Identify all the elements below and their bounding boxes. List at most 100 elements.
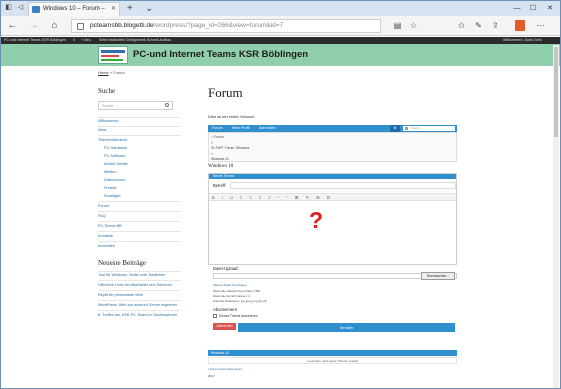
scrollbar-thumb[interactable] <box>554 47 558 137</box>
tab-bar: ◧ ◁ Windows 10 – Forum – ✕ + ⌄ — ☐ ✕ <box>1 1 560 16</box>
admin-bar-new[interactable]: + Neu <box>81 37 91 44</box>
editor-toolbar[interactable]: B I U ≡ ≡ ≡ ≡ “ ” ⌘ ✎ ⊞ ⊟ <box>209 193 456 201</box>
tab-title: Windows 10 – Forum – <box>43 6 105 12</box>
subscribe-label: Dieses Thema abonnieren <box>219 314 258 318</box>
navigation-bar: ← → ⌂ pcteamsbb.blogetti.de/wordpress/?p… <box>1 16 560 36</box>
subject-input[interactable] <box>230 182 456 189</box>
sidebar-item-pc-hardware[interactable]: PC-Hardware <box>104 146 178 151</box>
pen-icon[interactable]: ✎ <box>473 21 484 31</box>
close-window-button[interactable]: ✕ <box>542 1 558 16</box>
sidebar-item-mobile-geraete[interactable]: Mobile Geräte <box>104 162 178 167</box>
forum-search-placeholder: Suche ... <box>411 126 423 130</box>
forum-crumb-separator: » <box>211 152 213 156</box>
forum-navbar: Forum Mein Profil Abmelden ⚙ Suche ... <box>208 125 457 132</box>
page-title: Forum <box>208 85 243 100</box>
search-input[interactable]: Suche ... <box>98 101 173 110</box>
close-tab-icon[interactable]: ✕ <box>111 3 116 16</box>
sidebar-item-infos[interactable]: Infos <box>98 128 178 133</box>
breadcrumb: Home » Forum <box>98 70 125 75</box>
news-item[interactable]: Repfit für preisendale Web <box>98 293 183 297</box>
news-heading: Neueste Beiträge <box>98 259 147 267</box>
browse-button[interactable]: Durchsuchen... <box>421 272 455 280</box>
forum-crumb-forum[interactable]: ⌂ Forum <box>211 135 223 139</box>
admin-bar-plugin[interactable]: Gelegenheit-Schnell-Aufbau <box>126 37 171 44</box>
news-item[interactable]: Tool für Windows, Setter oder Badfehler <box>98 273 183 277</box>
send-button[interactable]: Senden <box>238 323 455 332</box>
favicon-icon <box>32 6 40 13</box>
topic-list-header: Windows 10 <box>208 350 457 356</box>
news-item[interactable]: Hilfreiche Links für Mitarbeiter und Sen… <box>98 283 183 287</box>
sidebar-item-datenschutz[interactable]: Datenschutz <box>104 178 178 183</box>
sidebar-item-faq[interactable]: FAQ <box>98 214 178 219</box>
more-icon[interactable]: ⋯ <box>535 21 546 31</box>
forward-arrow-icon[interactable]: → <box>27 19 40 33</box>
url-host: pcteamsbb.blogetti.de <box>90 22 154 29</box>
file-types-text: Erlaubte Dateitypen: jpg,jpeg,png,gif,pd… <box>213 299 267 303</box>
sidebar-item-themenuebersicht[interactable]: Themenübersicht <box>98 138 178 143</box>
sidebar-item-pc-teams-bb[interactable]: PC-Teams BB <box>98 224 178 229</box>
tab-menu-icon[interactable]: ⌄ <box>145 2 153 15</box>
scrollbar[interactable] <box>553 45 559 388</box>
search-icon[interactable] <box>165 103 169 107</box>
sidebar-item-kontakte[interactable]: Kontakte <box>98 234 178 239</box>
forum-settings-icon[interactable]: ⚙ <box>390 125 400 132</box>
forum-crumb-group[interactable]: IG-PaPT Forum: Windows <box>211 146 249 150</box>
sidebar-item-anmelden[interactable]: Anmelden <box>98 244 178 249</box>
office-icon[interactable] <box>515 20 525 31</box>
news-item[interactable]: WordPress: Web auf anderen Server migrie… <box>98 303 183 307</box>
upload-heading: Datei-Upload: <box>213 266 239 271</box>
forum-search-input[interactable]: Suche ... <box>403 126 455 131</box>
address-bar[interactable]: pcteamsbb.blogetti.de/wordpress/?page_id… <box>71 19 381 33</box>
browser-window: ◧ ◁ Windows 10 – Forum – ✕ + ⌄ — ☐ ✕ ← →… <box>0 0 561 389</box>
no-topics-note: es wurden noch keine Themen erstellt <box>208 357 457 364</box>
favorites-hub-icon[interactable]: ✩ <box>456 21 467 31</box>
forum-breadcrumb: ⌂ Forum » IG-PaPT Forum: Windows » Windo… <box>208 132 457 162</box>
reading-view-icon[interactable]: ▤ <box>392 21 403 31</box>
forum-nav-profile[interactable]: Mein Profil <box>232 125 249 132</box>
cancel-button[interactable]: Abbrechen <box>213 323 236 330</box>
favorite-star-icon[interactable]: ☆ <box>408 21 419 31</box>
share-icon[interactable]: ⇪ <box>490 21 501 31</box>
subscribe-checkbox[interactable] <box>213 314 217 318</box>
add-file-link[interactable]: Weitere Datei hinzufügen <box>213 283 247 287</box>
admin-bar-site[interactable]: PC und Internet Teams KSR Böblingen <box>4 37 66 44</box>
forum-nav-logout[interactable]: Abmelden <box>259 125 276 132</box>
intro-text: Dies ist ein erster Versuch <box>208 114 255 119</box>
sidebar-item-sonstiges[interactable]: Sonstiges <box>104 194 178 199</box>
new-tab-button[interactable]: + <box>127 2 133 15</box>
admin-bar-greeting[interactable]: Willkommen, Doris Gehl <box>503 37 542 44</box>
back-arrow-icon[interactable]: ← <box>6 19 19 33</box>
home-icon[interactable]: ⌂ <box>48 19 61 33</box>
forum-nav-forum[interactable]: Forum <box>212 125 223 132</box>
breadcrumb-home[interactable]: Home <box>98 70 109 75</box>
url-path: /wordpress/?page_id=266&view=forum&id=7 <box>153 22 284 29</box>
question-mark: ? <box>309 207 324 233</box>
sidebar-item-medien[interactable]: Medien <box>104 170 178 175</box>
admin-bar-comments[interactable]: 0 <box>73 37 75 44</box>
tabs-aside-icon[interactable]: ◁ <box>15 3 26 13</box>
news-item[interactable]: 8. Treffen der KSR-PC-Teams in Deckenpfr… <box>98 313 183 317</box>
sidebar-item-forum[interactable]: Forum <box>98 204 178 209</box>
sidebar-item-freizeit[interactable]: Freizeit <box>104 186 178 191</box>
page-icon <box>77 23 84 30</box>
forum-search-icon <box>405 127 408 130</box>
sidebar-item-willkommen[interactable]: Willkommen <box>98 119 178 124</box>
maximize-button[interactable]: ☐ <box>525 1 541 16</box>
editor-header: Neues Thema <box>209 174 456 179</box>
search-placeholder: Suche ... <box>102 103 118 108</box>
admin-bar-edit[interactable]: Seite bearbeiten <box>99 37 125 44</box>
minimize-button[interactable]: — <box>509 1 525 16</box>
site-logo[interactable] <box>98 46 128 64</box>
section-title: Windows 10 <box>208 164 234 169</box>
breadcrumb-separator: » <box>109 70 113 75</box>
sidebar-item-pc-software[interactable]: PC-Software <box>104 154 178 159</box>
forum-crumb-separator: » <box>211 141 213 145</box>
tab-list-icon[interactable]: ◧ <box>3 3 14 13</box>
breadcrumb-current: Forum <box>113 70 125 75</box>
site-title[interactable]: PC-und Internet Teams KSR Böblingen <box>133 49 308 60</box>
browser-tab[interactable]: Windows 10 – Forum – ✕ <box>28 2 120 16</box>
search-heading: Suche <box>98 87 116 95</box>
new-topic-editor: Neues Thema Betreff: B I U ≡ ≡ ≡ ≡ “ ” ⌘… <box>208 173 457 265</box>
feed-link[interactable]: ▪ Forum-Feed abonnieren <box>208 367 242 371</box>
subscription-heading: Abonnement <box>213 307 237 312</box>
